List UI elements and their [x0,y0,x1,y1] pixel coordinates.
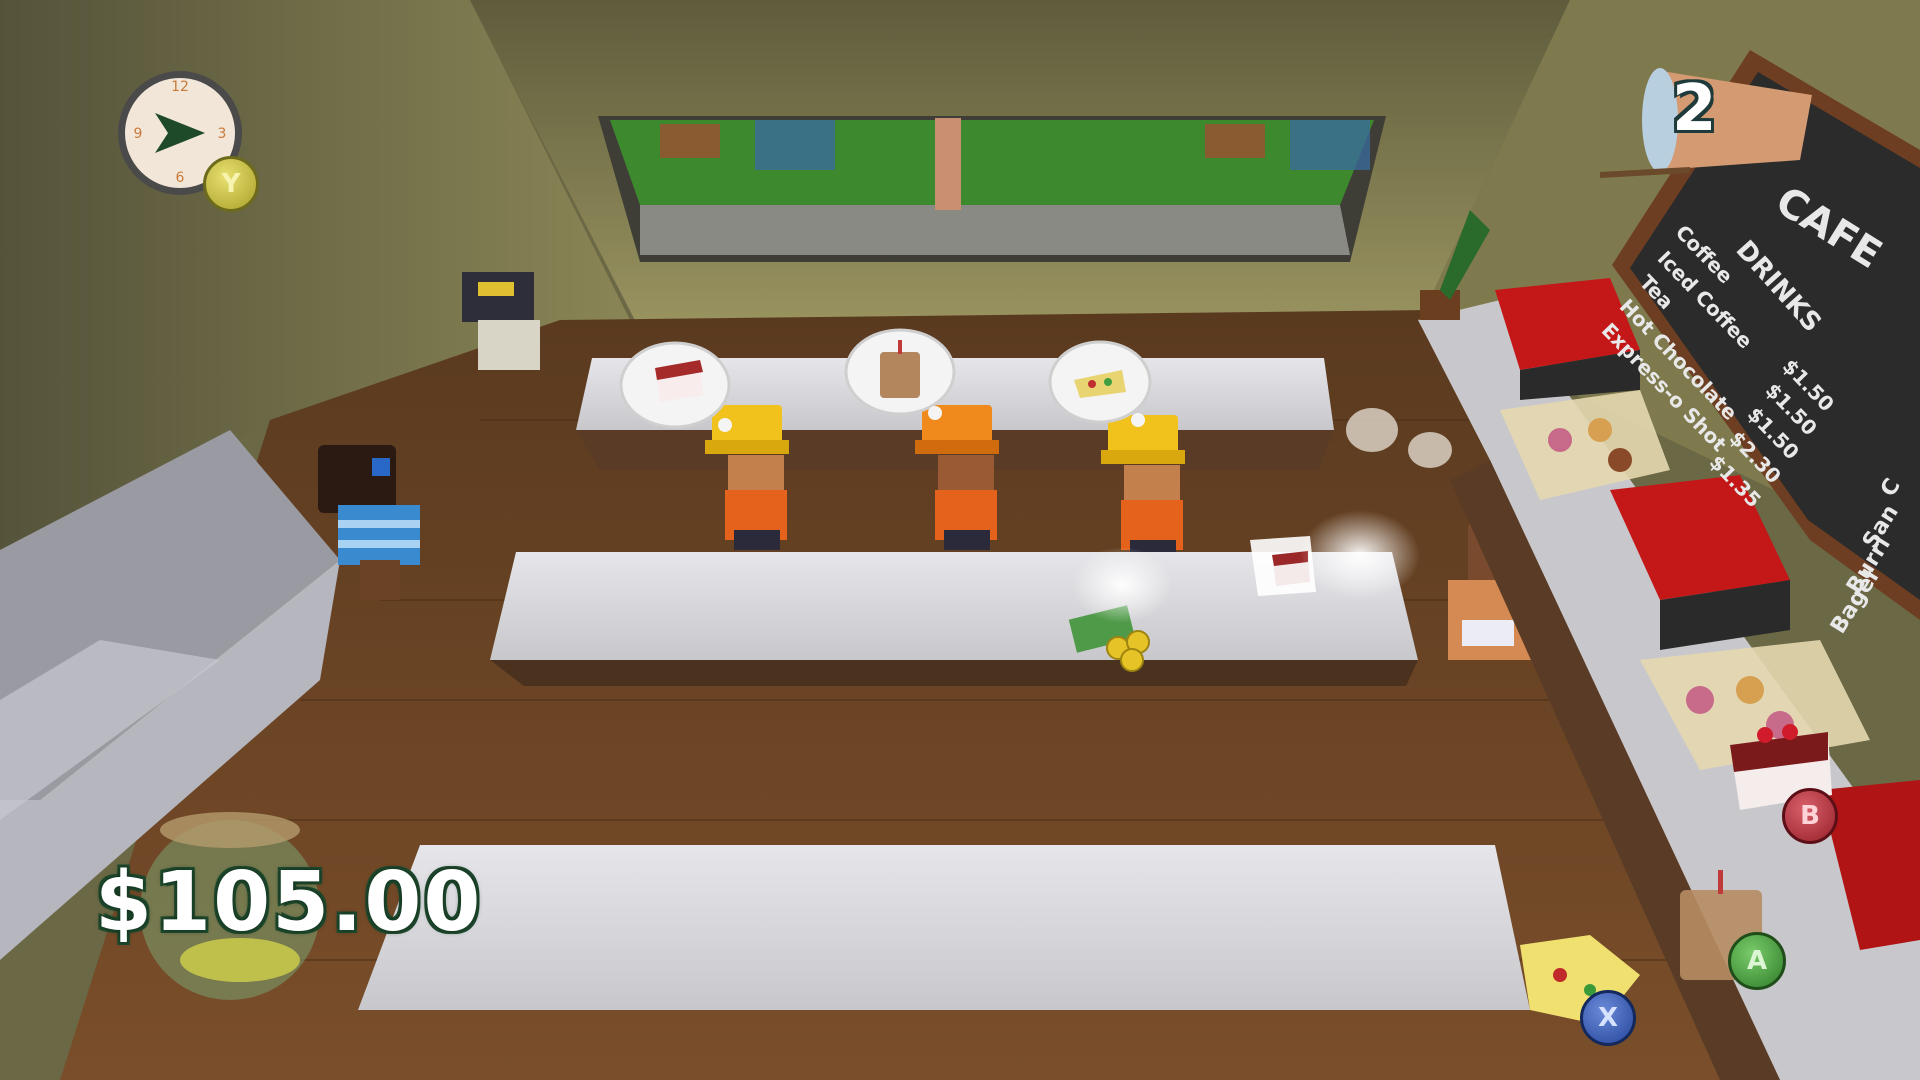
steam-puff [1072,547,1172,623]
steam-puff [1300,510,1420,600]
svg-text:9: 9 [134,126,143,142]
steam-puff [1346,408,1398,452]
window [598,116,1386,262]
svg-text:6: 6 [176,170,185,186]
svg-text:3: 3 [218,126,227,142]
b-button-icon[interactable]: B [1782,788,1838,844]
x-button-icon[interactable]: X [1580,990,1636,1046]
cups-remaining-counter: 2 [1672,72,1717,146]
steam-puff [1408,432,1452,468]
y-button-icon[interactable]: Y [203,156,259,212]
a-button-icon[interactable]: A [1728,932,1786,990]
money-total: $105.00 [93,854,483,952]
svg-text:12: 12 [171,79,189,95]
prep-counter [358,845,1530,1010]
